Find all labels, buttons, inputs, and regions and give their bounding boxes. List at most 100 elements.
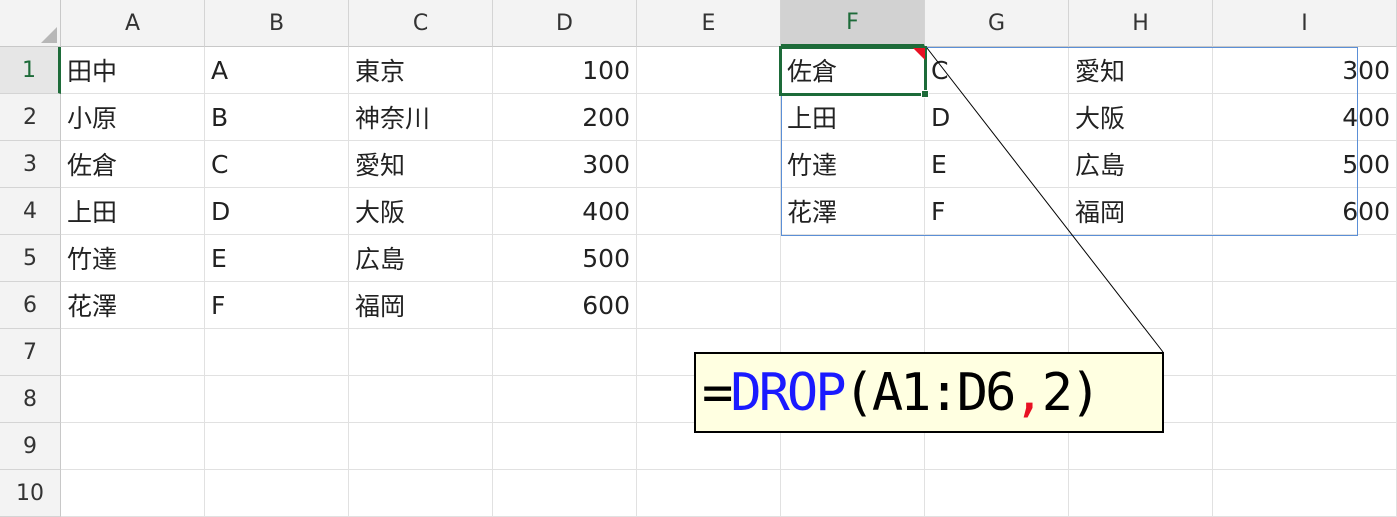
cell-i4[interactable]: 600 — [1213, 188, 1397, 235]
cell-b1[interactable]: A — [205, 47, 349, 94]
column-header-c[interactable]: C — [349, 0, 493, 47]
cell-f3[interactable]: 竹達 — [781, 141, 925, 188]
cell-a1[interactable]: 田中 — [61, 47, 205, 94]
cell-c4[interactable]: 大阪 — [349, 188, 493, 235]
cell-c9[interactable] — [349, 423, 493, 470]
spreadsheet-grid[interactable]: ABCDEFGHI 1 2 3 4 5 6 7 8 9 10 田中 A 東京 100 佐倉 C 愛知 300 小原… — [0, 0, 1397, 517]
cell-d8[interactable] — [493, 376, 637, 423]
cell-d1[interactable]: 100 — [493, 47, 637, 94]
cell-f10[interactable] — [781, 470, 925, 517]
cell-h6[interactable] — [1069, 282, 1213, 329]
cell-c8[interactable] — [349, 376, 493, 423]
cell-f2[interactable]: 上田 — [781, 94, 925, 141]
cell-a10[interactable] — [61, 470, 205, 517]
row-header-2[interactable]: 2 — [0, 94, 61, 141]
cell-a4[interactable]: 上田 — [61, 188, 205, 235]
column-header-e[interactable]: E — [637, 0, 781, 47]
row-header-5[interactable]: 5 — [0, 235, 61, 282]
fill-handle[interactable] — [921, 90, 929, 98]
cell-d9[interactable] — [493, 423, 637, 470]
cell-i10[interactable] — [1213, 470, 1397, 517]
column-header-d[interactable]: D — [493, 0, 637, 47]
row-header-4[interactable]: 4 — [0, 188, 61, 235]
cell-e2[interactable] — [637, 94, 781, 141]
cell-h2[interactable]: 大阪 — [1069, 94, 1213, 141]
cell-g2[interactable]: D — [925, 94, 1069, 141]
cell-h4[interactable]: 福岡 — [1069, 188, 1213, 235]
cell-b7[interactable] — [205, 329, 349, 376]
cell-b3[interactable]: C — [205, 141, 349, 188]
select-all-corner[interactable] — [0, 0, 61, 47]
cell-a8[interactable] — [61, 376, 205, 423]
cell-b9[interactable] — [205, 423, 349, 470]
cell-e5[interactable] — [637, 235, 781, 282]
cell-g6[interactable] — [925, 282, 1069, 329]
cell-b6[interactable]: F — [205, 282, 349, 329]
cell-h3[interactable]: 広島 — [1069, 141, 1213, 188]
cell-b10[interactable] — [205, 470, 349, 517]
cell-d6[interactable]: 600 — [493, 282, 637, 329]
row-header-6[interactable]: 6 — [0, 282, 61, 329]
cell-d2[interactable]: 200 — [493, 94, 637, 141]
cell-c2[interactable]: 神奈川 — [349, 94, 493, 141]
cell-c1[interactable]: 東京 — [349, 47, 493, 94]
cell-i6[interactable] — [1213, 282, 1397, 329]
cell-b4[interactable]: D — [205, 188, 349, 235]
column-header-h[interactable]: H — [1069, 0, 1213, 47]
cell-i9[interactable] — [1213, 423, 1397, 470]
cell-d5[interactable]: 500 — [493, 235, 637, 282]
cell-i5[interactable] — [1213, 235, 1397, 282]
cell-d3[interactable]: 300 — [493, 141, 637, 188]
cell-c6[interactable]: 福岡 — [349, 282, 493, 329]
cell-g1[interactable]: C — [925, 47, 1069, 94]
column-header-b[interactable]: B — [205, 0, 349, 47]
cell-e1[interactable] — [637, 47, 781, 94]
cell-h10[interactable] — [1069, 470, 1213, 517]
cell-b8[interactable] — [205, 376, 349, 423]
cell-i1[interactable]: 300 — [1213, 47, 1397, 94]
cell-b2[interactable]: B — [205, 94, 349, 141]
column-header-a[interactable]: A — [61, 0, 205, 47]
cell-a9[interactable] — [61, 423, 205, 470]
cell-g10[interactable] — [925, 470, 1069, 517]
row-header-9[interactable]: 9 — [0, 423, 61, 470]
cell-e6[interactable] — [637, 282, 781, 329]
cell-d10[interactable] — [493, 470, 637, 517]
cell-i3[interactable]: 500 — [1213, 141, 1397, 188]
cell-g4[interactable]: F — [925, 188, 1069, 235]
cell-i8[interactable] — [1213, 376, 1397, 423]
cell-c10[interactable] — [349, 470, 493, 517]
cell-d7[interactable] — [493, 329, 637, 376]
cell-f1[interactable]: 佐倉 — [781, 47, 925, 94]
cell-d4[interactable]: 400 — [493, 188, 637, 235]
cell-f5[interactable] — [781, 235, 925, 282]
row-header-1[interactable]: 1 — [0, 47, 61, 94]
row-header-7[interactable]: 7 — [0, 329, 61, 376]
column-header-i[interactable]: I — [1213, 0, 1397, 47]
row-header-3[interactable]: 3 — [0, 141, 61, 188]
cell-e10[interactable] — [637, 470, 781, 517]
cell-e3[interactable] — [637, 141, 781, 188]
row-header-10[interactable]: 10 — [0, 470, 61, 517]
cell-h1[interactable]: 愛知 — [1069, 47, 1213, 94]
cell-f6[interactable] — [781, 282, 925, 329]
cell-a3[interactable]: 佐倉 — [61, 141, 205, 188]
cell-f4[interactable]: 花澤 — [781, 188, 925, 235]
column-header-g[interactable]: G — [925, 0, 1069, 47]
cell-a2[interactable]: 小原 — [61, 94, 205, 141]
cell-b5[interactable]: E — [205, 235, 349, 282]
cell-a6[interactable]: 花澤 — [61, 282, 205, 329]
row-header-8[interactable]: 8 — [0, 376, 61, 423]
cell-i2[interactable]: 400 — [1213, 94, 1397, 141]
cell-h5[interactable] — [1069, 235, 1213, 282]
cell-c5[interactable]: 広島 — [349, 235, 493, 282]
cell-c7[interactable] — [349, 329, 493, 376]
cell-e4[interactable] — [637, 188, 781, 235]
cell-i7[interactable] — [1213, 329, 1397, 376]
cell-g5[interactable] — [925, 235, 1069, 282]
cell-a7[interactable] — [61, 329, 205, 376]
cell-g3[interactable]: E — [925, 141, 1069, 188]
cell-c3[interactable]: 愛知 — [349, 141, 493, 188]
column-header-f[interactable]: F — [781, 0, 925, 47]
cell-a5[interactable]: 竹達 — [61, 235, 205, 282]
